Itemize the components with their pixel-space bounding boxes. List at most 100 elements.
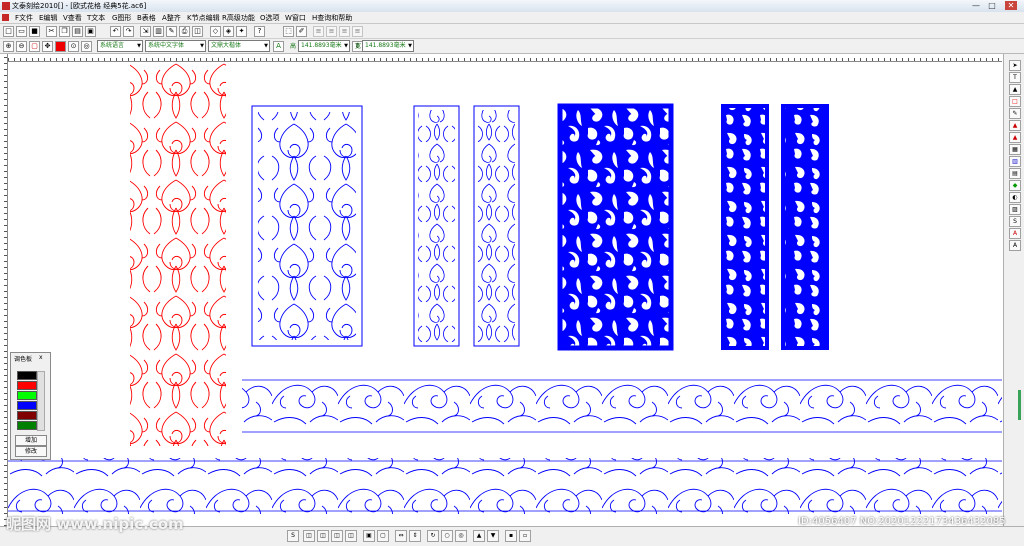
arrange-4-icon[interactable]: ◫ <box>345 530 357 542</box>
print-icon[interactable]: ▣ <box>85 26 96 37</box>
select-arrow-icon[interactable]: ➤ <box>1009 60 1021 71</box>
solid-narrow-panel-left[interactable] <box>721 104 769 350</box>
arrange-1-icon[interactable]: ◫ <box>303 530 315 542</box>
language-select[interactable]: 系统语言 <box>97 40 143 52</box>
align-right-icon[interactable]: ≡ <box>339 26 350 37</box>
solid-narrow-panel-right[interactable] <box>781 104 829 350</box>
zoom-page-icon[interactable]: ⊙ <box>68 41 79 52</box>
swatch-dark-green[interactable] <box>17 421 37 430</box>
palette-scrollbar[interactable] <box>37 371 45 431</box>
red-color-icon[interactable] <box>55 41 66 52</box>
zoom-all-icon[interactable]: ◎ <box>81 41 92 52</box>
color-tool-icon[interactable]: ◆ <box>1009 180 1021 191</box>
swatch-blue[interactable] <box>17 401 37 410</box>
select-box-icon[interactable]: ▢ <box>29 41 40 52</box>
close-button[interactable]: ✕ <box>1005 1 1017 10</box>
english-font-select[interactable]: 文鼎大楷体 <box>208 40 270 52</box>
red-column-panel[interactable] <box>130 62 226 446</box>
ungroup-icon[interactable]: ▢ <box>377 530 389 542</box>
output-icon[interactable]: ⎙ <box>179 26 190 37</box>
copy-icon[interactable]: ❐ <box>59 26 70 37</box>
grid-tool-icon[interactable]: ▦ <box>1009 144 1021 155</box>
scan-icon[interactable]: ▥ <box>153 26 164 37</box>
arrange-3-icon[interactable]: ◫ <box>331 530 343 542</box>
group-icon[interactable]: ▣ <box>363 530 375 542</box>
unlock-icon[interactable]: ▫ <box>519 530 531 542</box>
special-text-tool-icon[interactable]: A <box>1009 228 1021 239</box>
weld-icon[interactable]: ◈ <box>223 26 234 37</box>
swatch-black[interactable] <box>17 371 37 380</box>
border-strip-upper[interactable] <box>242 378 1002 434</box>
solid-wide-panel[interactable] <box>557 103 674 351</box>
menu-align[interactable]: A整齐 <box>162 13 181 23</box>
tip-icon[interactable]: ✦ <box>236 26 247 37</box>
minimize-button[interactable]: — <box>970 1 982 10</box>
chinese-font-select[interactable]: 系统中文字体 <box>145 40 206 52</box>
preview-icon[interactable]: ◫ <box>192 26 203 37</box>
add-color-button[interactable]: 增加 <box>15 435 47 446</box>
swatch-maroon[interactable] <box>17 411 37 420</box>
height-input[interactable]: 141.8893毫米 <box>298 40 350 52</box>
transform-tool-icon[interactable]: ◐ <box>1009 192 1021 203</box>
menu-help[interactable]: H查询和帮助 <box>312 13 352 23</box>
save-icon[interactable]: ■ <box>29 26 40 37</box>
layout-tool-icon[interactable]: ▤ <box>1009 168 1021 179</box>
rotate-icon[interactable]: ↻ <box>427 530 439 542</box>
image-tool-icon[interactable]: ▨ <box>1009 204 1021 215</box>
edit-color-button[interactable]: 修改 <box>15 446 47 457</box>
lock-icon[interactable]: ▪ <box>505 530 517 542</box>
mirror-icon[interactable]: ⇔ <box>395 530 407 542</box>
menu-graphics[interactable]: G图形 <box>112 13 131 23</box>
move-icon[interactable]: ✥ <box>42 41 53 52</box>
outline-tool-icon[interactable]: ▲ <box>1009 132 1021 143</box>
table-tool-icon[interactable]: ▥ <box>1009 156 1021 167</box>
menu-text[interactable]: T文本 <box>87 13 105 23</box>
undo-icon[interactable]: ↶ <box>110 26 121 37</box>
drawing-canvas[interactable] <box>8 62 1002 526</box>
symbol-tool-icon[interactable]: S <box>1009 216 1021 227</box>
align-left-icon[interactable]: ≡ <box>313 26 324 37</box>
front-icon[interactable]: ▲ <box>473 530 485 542</box>
edit-tool-icon[interactable]: ✎ <box>1009 108 1021 119</box>
align-center-icon[interactable]: ≡ <box>326 26 337 37</box>
flip-icon[interactable]: ⇕ <box>409 530 421 542</box>
cut-plot-icon[interactable]: ✎ <box>166 26 177 37</box>
menu-edit[interactable]: E编辑 <box>39 13 57 23</box>
zoom-in-icon[interactable]: ⊕ <box>3 41 14 52</box>
paste-icon[interactable]: ▤ <box>72 26 83 37</box>
menu-table[interactable]: B表格 <box>137 13 156 23</box>
fill-tool-icon[interactable]: ▲ <box>1009 120 1021 131</box>
align-justify-icon[interactable]: ≡ <box>352 26 363 37</box>
combine-icon[interactable]: ◎ <box>455 530 467 542</box>
redo-icon[interactable]: ↷ <box>123 26 134 37</box>
menu-file[interactable]: F文件 <box>15 13 33 23</box>
import-icon[interactable]: ⇲ <box>140 26 151 37</box>
edit-drawing-icon[interactable]: ✐ <box>296 26 307 37</box>
menu-options[interactable]: O选项 <box>260 13 280 23</box>
swatch-green[interactable] <box>17 391 37 400</box>
circle-icon[interactable]: ○ <box>441 530 453 542</box>
zoom-out-icon[interactable]: ⊖ <box>16 41 27 52</box>
maximize-button[interactable]: □ <box>986 1 998 10</box>
open-folder-icon[interactable]: ▭ <box>16 26 27 37</box>
new-file-icon[interactable]: □ <box>3 26 14 37</box>
menu-advanced[interactable]: R高级功能 <box>222 13 255 23</box>
palette-close-button[interactable]: x <box>39 354 43 361</box>
text-tool-icon[interactable]: T <box>1009 72 1021 83</box>
shape-tool-icon[interactable]: ▲ <box>1009 84 1021 95</box>
cut-icon[interactable]: ✂ <box>46 26 57 37</box>
symbol-icon[interactable]: S <box>287 530 299 542</box>
menu-app-icon[interactable] <box>2 14 9 21</box>
menu-window[interactable]: W窗口 <box>285 13 306 23</box>
rectangle-tool-icon[interactable]: □ <box>1009 96 1021 107</box>
text-direction-icon[interactable]: A <box>273 41 284 52</box>
node-icon[interactable]: ◇ <box>210 26 221 37</box>
menu-view[interactable]: V查看 <box>63 13 82 23</box>
width-input[interactable]: 141.8893毫米 <box>362 40 414 52</box>
arrange-2-icon[interactable]: ◫ <box>317 530 329 542</box>
text-effect-tool-icon[interactable]: A <box>1009 240 1021 251</box>
menu-node-edit[interactable]: K节点编辑 <box>187 13 220 23</box>
vertical-scrollbar-thumb[interactable] <box>1018 390 1021 420</box>
swatch-red[interactable] <box>17 381 37 390</box>
back-icon[interactable]: ▼ <box>487 530 499 542</box>
